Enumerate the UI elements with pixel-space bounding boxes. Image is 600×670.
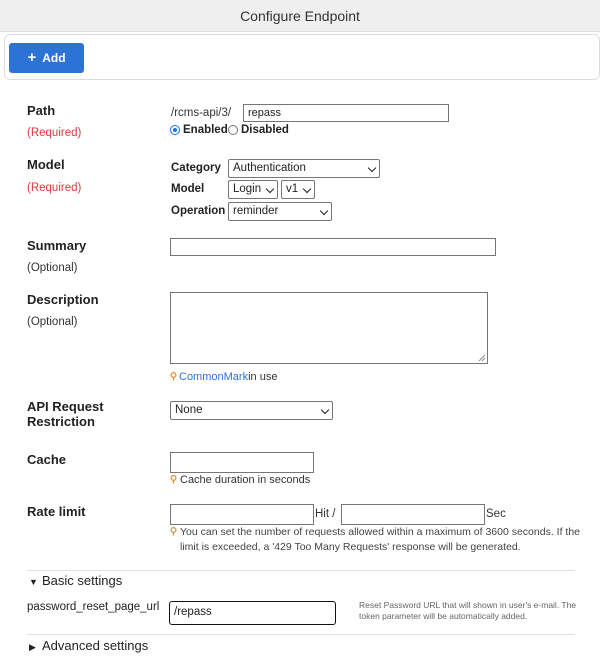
password-reset-help-line1: Reset Password URL that will shown in us… (359, 600, 577, 610)
section-divider (27, 570, 575, 571)
sec-label: Sec (486, 508, 506, 520)
commonmark-link[interactable]: CommonMark (179, 371, 248, 383)
rate-limit-hint-line1: You can set the number of requests allow… (180, 526, 581, 538)
description-textarea[interactable] (170, 292, 488, 364)
category-label: Category (171, 162, 221, 174)
password-reset-url-label: password_reset_page_url (27, 601, 160, 613)
hit-label: Hit / (315, 508, 336, 520)
disabled-radio[interactable] (228, 125, 238, 135)
description-hint: CommonMarkin use (179, 371, 277, 383)
add-button[interactable]: + Add (9, 43, 84, 73)
rate-limit-hint-line2: limit is exceeded, a '429 Too Many Reque… (180, 541, 521, 553)
enabled-radio[interactable] (170, 125, 180, 135)
plus-icon: + (27, 49, 37, 66)
dialog-title: Configure Endpoint (240, 8, 360, 24)
rate-limit-hit-input[interactable] (170, 504, 314, 525)
cache-label: Cache (27, 452, 67, 467)
description-label: Description (27, 292, 99, 307)
chevron-down-icon (367, 163, 377, 173)
model-required-note: (Required) (27, 182, 82, 194)
lightbulb-icon (170, 475, 177, 484)
password-reset-help-line2: token parameter will be automatically ad… (359, 611, 528, 621)
caret-right-icon[interactable]: ▶ (29, 642, 36, 653)
dialog-header: Configure Endpoint (0, 0, 600, 32)
rate-limit-sec-input[interactable] (341, 504, 485, 525)
lightbulb-icon (170, 527, 177, 536)
chevron-down-icon (302, 184, 312, 194)
disabled-label: Disabled (241, 124, 289, 136)
operation-label: Operation (171, 205, 226, 217)
operation-select-value: reminder (233, 205, 279, 217)
toolbar: + Add (4, 34, 600, 80)
advanced-settings-title[interactable]: Advanced settings (42, 638, 148, 653)
model-select-label: Model (171, 183, 205, 195)
model-label: Model (27, 157, 65, 172)
password-reset-url-input[interactable]: /repass (169, 601, 336, 625)
caret-down-icon[interactable]: ▼ (29, 577, 38, 587)
version-select[interactable]: v1 (281, 180, 315, 199)
operation-select[interactable]: reminder (228, 202, 332, 221)
path-required-note: (Required) (27, 127, 82, 139)
summary-optional-note: (Optional) (27, 262, 78, 274)
basic-settings-title[interactable]: Basic settings (42, 573, 122, 588)
version-select-value: v1 (286, 183, 299, 195)
cache-hint: Cache duration in seconds (180, 474, 311, 486)
category-select[interactable]: Authentication (228, 159, 380, 178)
api-restriction-label-line2: Restriction (27, 414, 95, 429)
model-select[interactable]: Login (228, 180, 278, 199)
path-prefix: /rcms-api/3/ (171, 107, 232, 119)
enabled-label: Enabled (183, 124, 228, 136)
lightbulb-icon (170, 372, 177, 381)
summary-input[interactable] (170, 238, 496, 256)
model-select-value: Login (233, 183, 262, 195)
chevron-down-icon (320, 405, 330, 415)
add-button-label: Add (42, 51, 66, 65)
api-restriction-select-value: None (175, 404, 203, 416)
resize-grip-icon[interactable] (478, 354, 486, 362)
category-select-value: Authentication (233, 162, 306, 174)
rate-limit-label: Rate limit (27, 504, 86, 519)
path-input[interactable]: repass (243, 104, 449, 122)
api-restriction-label-line1: API Request (27, 399, 104, 414)
commonmark-hint-text: in use (248, 371, 278, 383)
summary-label: Summary (27, 238, 87, 253)
chevron-down-icon (265, 184, 275, 194)
path-label: Path (27, 103, 56, 118)
chevron-down-icon (319, 206, 329, 216)
section-divider (27, 634, 575, 635)
cache-input[interactable] (170, 452, 314, 473)
description-optional-note: (Optional) (27, 316, 78, 328)
api-restriction-select[interactable]: None (170, 401, 333, 420)
